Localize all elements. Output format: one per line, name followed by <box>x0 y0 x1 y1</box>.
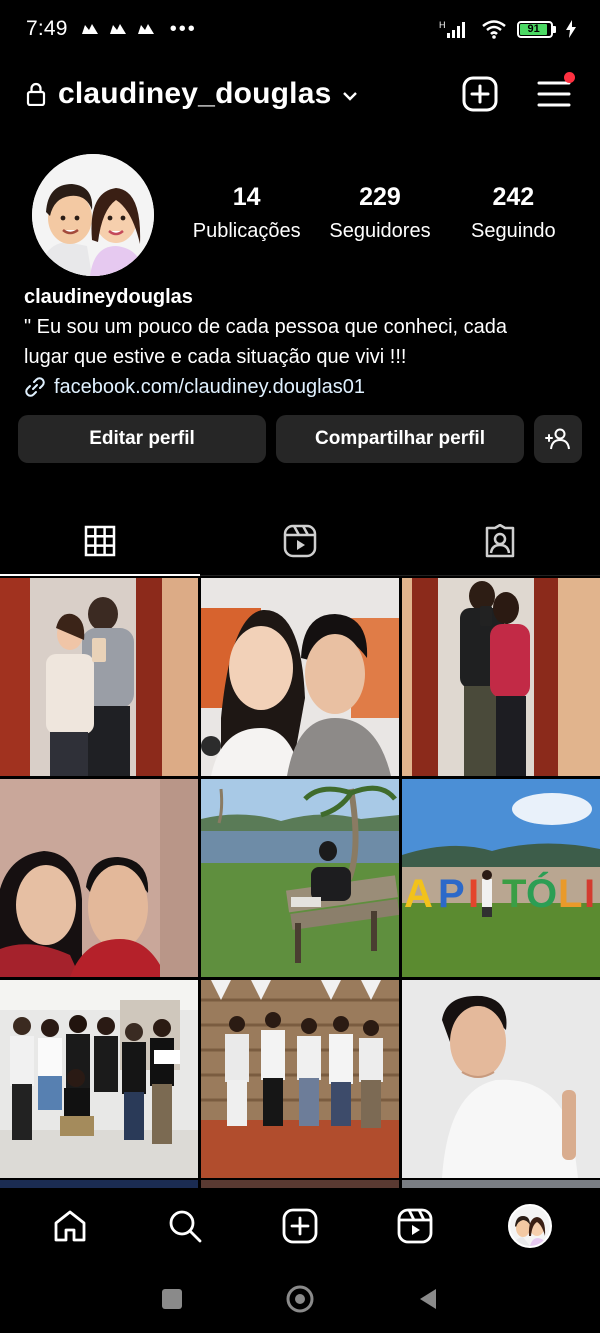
profile-header: claudiney_douglas <box>0 64 600 124</box>
reels-icon <box>283 524 317 557</box>
post-thumbnail[interactable] <box>402 578 600 776</box>
grid-icon <box>84 525 116 556</box>
followers-label: Seguidores <box>329 219 431 242</box>
bio-text-line: lugar que estive e cada situação que viv… <box>24 346 407 368</box>
profile-tabs <box>0 506 600 576</box>
svg-text:I: I <box>468 872 479 916</box>
tab-tagged[interactable] <box>400 506 600 575</box>
bio-text-line: " Eu sou um pouco de cada pessoa que con… <box>24 316 507 338</box>
reels-icon <box>397 1208 433 1244</box>
link-icon <box>25 377 45 397</box>
post-image <box>201 578 399 776</box>
signal-icon: H <box>439 20 465 38</box>
tagged-icon <box>485 523 515 557</box>
recent-apps-icon[interactable] <box>160 1287 184 1311</box>
profile-avatar[interactable] <box>32 154 154 276</box>
battery-level: 91 <box>520 23 548 35</box>
create-post-button[interactable] <box>462 76 498 112</box>
post-image <box>402 578 600 776</box>
tab-posts-grid[interactable] <box>0 506 200 576</box>
nav-profile[interactable] <box>500 1196 560 1256</box>
posts-label: Publicações <box>192 219 301 242</box>
post-image <box>201 980 399 1178</box>
nav-home[interactable] <box>40 1196 100 1256</box>
discover-people-button[interactable] <box>534 415 582 463</box>
charging-icon <box>566 20 576 38</box>
share-profile-button[interactable]: Compartilhar perfil <box>276 415 524 463</box>
account-username[interactable]: claudiney_douglas <box>58 77 331 111</box>
home-icon <box>54 1210 85 1242</box>
post-thumbnail[interactable] <box>201 779 399 977</box>
tab-reels[interactable] <box>200 506 400 575</box>
post-image <box>0 980 198 1178</box>
post-thumbnail[interactable] <box>0 980 198 1178</box>
hamburger-menu-icon <box>537 81 571 107</box>
posts-count: 14 <box>232 183 261 211</box>
profile-avatar-small <box>508 1204 553 1248</box>
app-notification-icon <box>81 24 98 34</box>
svg-text:A: A <box>404 872 433 916</box>
profile-bio: claudineydouglas " Eu sou um pouco de ca… <box>24 282 584 402</box>
svg-text:L: L <box>558 872 582 916</box>
add-person-icon <box>545 428 570 450</box>
post-image <box>201 779 399 977</box>
plus-square-icon <box>462 76 498 112</box>
more-notifications-icon: ••• <box>169 18 197 40</box>
bio-link-text: facebook.com/claudiney.douglas01 <box>54 376 365 398</box>
profile-actions: Editar perfil Compartilhar perfil <box>18 415 582 463</box>
notification-dot <box>564 72 575 83</box>
post-thumbnail[interactable] <box>0 779 198 977</box>
svg-text:Ó: Ó <box>526 870 557 916</box>
post-thumbnail[interactable] <box>402 980 600 1178</box>
nav-reels[interactable] <box>385 1196 445 1256</box>
home-circle-icon[interactable] <box>284 1283 316 1315</box>
post-thumbnail[interactable]: A P I T Ó L I <box>402 779 600 977</box>
post-image: A P I T Ó L I <box>402 779 600 977</box>
post-image <box>0 779 198 977</box>
avatar-illustration <box>510 1206 551 1246</box>
menu-button[interactable] <box>536 72 575 112</box>
create-icon <box>282 1208 318 1244</box>
wifi-icon <box>482 20 506 39</box>
status-bar: 7:49 ••• H 91 <box>0 0 600 58</box>
lock-icon <box>26 82 46 106</box>
followers-count: 229 <box>359 183 401 211</box>
followers-stat[interactable]: 229 Seguidores <box>313 183 446 243</box>
search-icon <box>169 1210 202 1243</box>
battery-indicator: 91 <box>517 20 556 38</box>
profile-stats: 14 Publicações 229 Seguidores 242 Seguin… <box>180 183 580 243</box>
bottom-navigation <box>0 1188 600 1264</box>
posts-grid-partial-row <box>0 1180 600 1188</box>
svg-text:T: T <box>502 872 526 916</box>
following-label: Seguindo <box>471 219 556 242</box>
post-thumbnail[interactable] <box>0 578 198 776</box>
svg-text:I: I <box>584 872 595 916</box>
following-count: 242 <box>492 183 535 211</box>
posts-grid: A P I T Ó L I <box>0 578 600 1178</box>
bio-link[interactable]: facebook.com/claudiney.douglas01 <box>24 372 584 402</box>
status-time: 7:49 <box>26 17 68 40</box>
profile-name: claudineydouglas <box>24 286 193 308</box>
following-stat[interactable]: 242 Seguindo <box>447 183 580 243</box>
avatar-illustration <box>32 154 154 276</box>
nav-create[interactable] <box>270 1196 330 1256</box>
post-thumbnail[interactable] <box>201 980 399 1178</box>
app-notification-icon <box>137 24 154 34</box>
posts-stat: 14 Publicações <box>180 183 313 243</box>
back-triangle-icon[interactable] <box>416 1287 440 1311</box>
nav-search[interactable] <box>155 1196 215 1256</box>
svg-text:P: P <box>438 872 465 916</box>
post-thumbnail[interactable] <box>201 578 399 776</box>
notification-icons <box>80 22 156 36</box>
app-notification-icon <box>109 24 126 34</box>
post-image <box>402 980 600 1178</box>
post-image <box>0 578 198 776</box>
system-navigation-bar <box>0 1264 600 1333</box>
chevron-down-icon[interactable] <box>341 87 359 105</box>
svg-text:H: H <box>439 20 446 30</box>
edit-profile-button[interactable]: Editar perfil <box>18 415 266 463</box>
